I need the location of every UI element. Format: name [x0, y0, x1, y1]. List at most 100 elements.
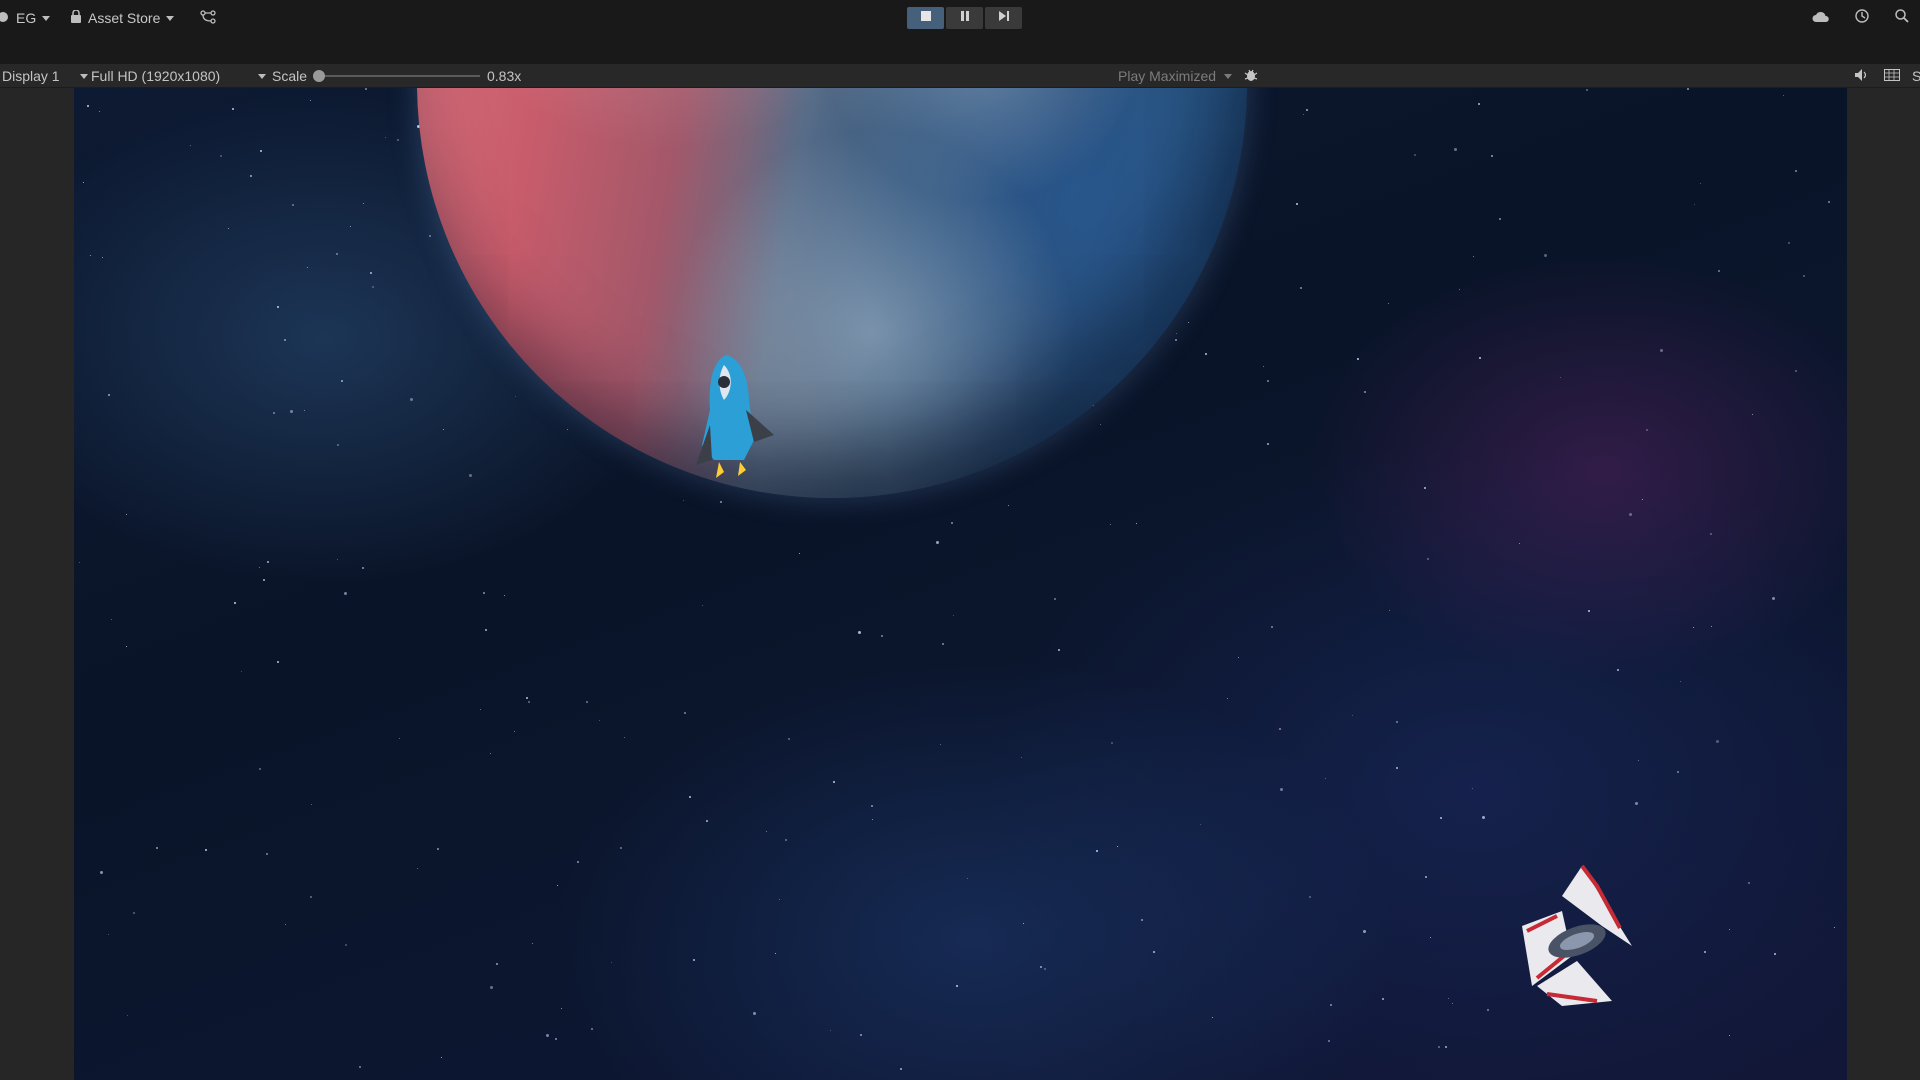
- star: [1718, 270, 1720, 272]
- star: [126, 514, 127, 515]
- star: [799, 553, 800, 554]
- star: [480, 709, 481, 710]
- star: [599, 720, 600, 721]
- star: [260, 150, 262, 152]
- account-dropdown[interactable]: EG: [0, 8, 51, 28]
- star: [1117, 846, 1118, 847]
- star: [277, 661, 279, 663]
- star: [1499, 218, 1501, 220]
- star: [871, 805, 873, 807]
- star: [1795, 170, 1797, 172]
- star: [1100, 424, 1101, 425]
- history-icon[interactable]: [1854, 8, 1870, 29]
- star: [1008, 505, 1009, 506]
- star: [956, 985, 958, 987]
- star: [1306, 109, 1308, 111]
- star: [504, 595, 505, 596]
- step-button[interactable]: [985, 7, 1022, 29]
- enemy-ship: [1502, 856, 1662, 1021]
- star: [263, 579, 265, 581]
- pause-button[interactable]: [946, 7, 983, 29]
- star: [1588, 610, 1590, 612]
- star: [753, 1012, 756, 1015]
- star: [485, 629, 487, 631]
- star: [624, 737, 625, 738]
- version-control-button[interactable]: [200, 8, 216, 28]
- star: [526, 697, 528, 699]
- star: [872, 819, 873, 820]
- player-ship: [674, 350, 784, 505]
- star: [591, 1028, 593, 1030]
- star: [1519, 543, 1520, 544]
- star: [766, 831, 767, 832]
- star: [156, 847, 158, 849]
- star: [469, 474, 472, 477]
- star: [1646, 429, 1648, 431]
- star: [399, 738, 400, 739]
- star: [102, 257, 103, 258]
- star: [1023, 923, 1024, 924]
- star: [1141, 919, 1143, 921]
- star: [1478, 103, 1480, 105]
- star: [1363, 930, 1366, 933]
- star: [1238, 657, 1239, 658]
- star: [693, 959, 695, 961]
- star: [83, 182, 84, 183]
- stats-button[interactable]: [1884, 64, 1900, 88]
- star: [362, 567, 364, 569]
- star: [830, 1030, 831, 1031]
- cloud-icon[interactable]: [1812, 10, 1830, 28]
- star: [1200, 824, 1201, 825]
- pause-icon: [959, 9, 971, 27]
- scale-slider-handle[interactable]: [313, 70, 325, 82]
- star: [1828, 201, 1830, 203]
- star: [1772, 597, 1775, 600]
- star: [586, 701, 588, 703]
- star: [1704, 951, 1706, 953]
- account-icon: [0, 10, 10, 26]
- star: [111, 619, 112, 620]
- star: [1473, 256, 1474, 257]
- star: [1136, 523, 1137, 524]
- mute-audio-button[interactable]: [1854, 64, 1868, 88]
- game-viewport[interactable]: [74, 88, 1847, 1080]
- star: [429, 235, 431, 237]
- play-button[interactable]: [907, 7, 944, 29]
- star: [365, 88, 367, 90]
- star: [1271, 626, 1273, 628]
- star: [706, 820, 708, 822]
- star: [860, 1034, 862, 1036]
- star: [1729, 1035, 1730, 1036]
- star: [1280, 788, 1283, 791]
- star: [1044, 968, 1046, 970]
- scale-slider-track[interactable]: [318, 75, 480, 77]
- resolution-dropdown[interactable]: Full HD (1920x1080): [91, 64, 267, 88]
- star: [532, 943, 533, 944]
- star: [1560, 377, 1561, 378]
- account-label: EG: [16, 10, 37, 26]
- star: [1205, 353, 1207, 355]
- gizmos-bug-button[interactable]: [1244, 64, 1258, 88]
- planet: [417, 88, 1247, 498]
- star: [1774, 953, 1776, 955]
- star: [1175, 339, 1177, 341]
- star: [1300, 287, 1302, 289]
- star: [266, 853, 268, 855]
- play-controls: [907, 7, 1022, 29]
- star: [1795, 370, 1797, 372]
- star: [310, 896, 312, 898]
- star: [1352, 715, 1353, 716]
- scale-label: Scale: [272, 68, 308, 84]
- star: [337, 444, 339, 446]
- search-icon[interactable]: [1894, 8, 1910, 29]
- star: [259, 768, 261, 770]
- star: [1054, 598, 1056, 600]
- display-dropdown[interactable]: Display 1: [2, 64, 88, 88]
- star: [1424, 487, 1426, 489]
- star: [1752, 414, 1753, 415]
- chevron-down-icon: [166, 15, 175, 21]
- asset-store-dropdown[interactable]: Asset Store: [70, 8, 175, 28]
- play-mode-dropdown[interactable]: Play Maximized: [1118, 64, 1233, 88]
- star: [546, 1034, 549, 1037]
- star: [127, 1015, 128, 1016]
